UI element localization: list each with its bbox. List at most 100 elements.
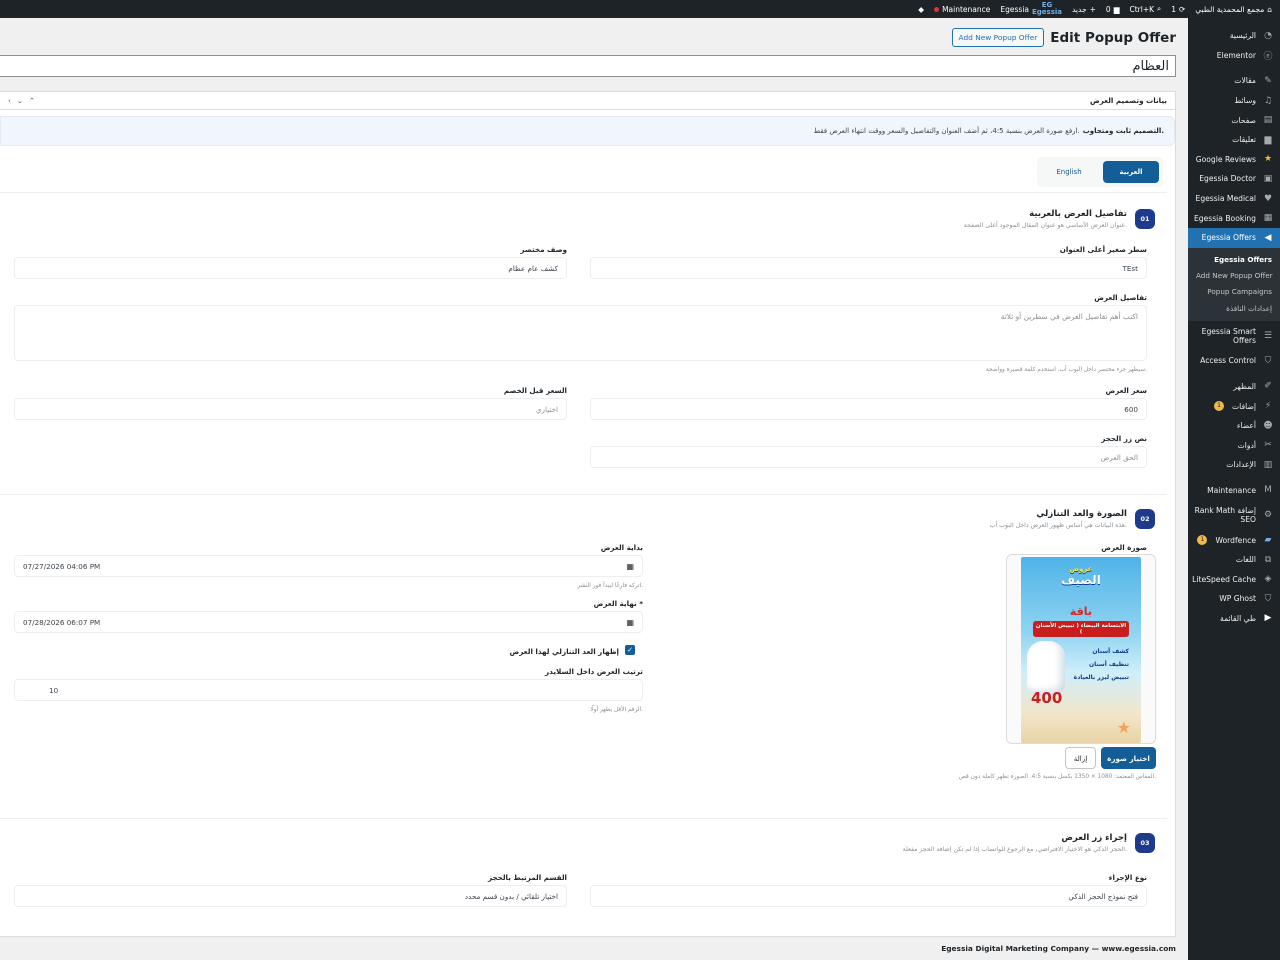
sidebar-item-languages[interactable]: اللغات ⧉ (1188, 550, 1280, 570)
countdown-label: إظهار العد التنازلي لهذا العرض (509, 647, 619, 656)
section-number: 02 (1135, 509, 1155, 529)
calendar-icon[interactable]: ▦ (626, 618, 634, 627)
old-price-field[interactable]: اختياري (14, 398, 567, 420)
new-content-item[interactable]: جديد + (1072, 5, 1096, 14)
start-label: بداية العرض (600, 543, 643, 552)
sidebar-item-egessia-offers[interactable]: Egessia Offers ◀ (1188, 227, 1280, 248)
wp-logo-icon[interactable]: ◆ (918, 5, 924, 14)
section-subtitle: الحجز الذكي هو الاختيار الافتراضي، مع ال… (902, 846, 1127, 853)
section-number: 03 (1135, 833, 1155, 853)
submenu-egessia-offers[interactable]: Egessia Offers (1188, 252, 1280, 268)
search-item[interactable]: Ctrl+K ⌕ (1129, 4, 1161, 14)
section-title: الصورة والعد التنازلي (1036, 509, 1127, 519)
sidebar-collapse[interactable]: طي القائمة ▶ (1188, 609, 1280, 629)
sidebar-item-users[interactable]: أعضاء ☻ (1188, 416, 1280, 436)
section-button-action: إجراء زر العرض الحجز الذكي هو الاختيار ا… (0, 818, 1167, 928)
sidebar-item-posts[interactable]: مقالات ✎ (1188, 71, 1280, 91)
end-datetime-field[interactable]: 07/28/2026 06:07 PM ▦ (14, 611, 643, 633)
chevron-down-icon[interactable]: ⌄ (17, 96, 23, 105)
sidebar-item-elementor[interactable]: Elementor ⓔ (1188, 46, 1280, 66)
sidebar-item-plugins[interactable]: 1 إضافات ⚡ (1188, 396, 1280, 416)
sidebar-item-comments[interactable]: تعليقات ▆ (1188, 130, 1280, 150)
comment-icon: ▆ (1113, 4, 1120, 14)
countdown-checkbox[interactable]: ✓ (625, 645, 635, 655)
section-header: تفاصيل العرض بالعربية عنوان العرض الأساس… (964, 209, 1155, 229)
section-number: 01 (1135, 209, 1155, 229)
egessia-logo-icon: EG Egessia (1032, 1, 1062, 16)
price-field[interactable]: 600 (590, 398, 1147, 420)
metabox-controls: ‹ ⌄ ⌃ (8, 96, 35, 105)
old-price-label: السعر قبل الخصم (503, 386, 567, 395)
sidebar-item-rank-math[interactable]: Rank Math إضافة SEO ⚙ (1188, 500, 1280, 530)
tab-arabic[interactable]: العربية (1103, 161, 1159, 183)
sidebar-item-settings[interactable]: الإعدادات ▥ (1188, 455, 1280, 475)
details-textarea[interactable]: اكتب أهم تفاصيل العرض في سطرين أو ثلاثة (14, 305, 1147, 361)
add-new-popup-offer-button[interactable]: Add New Popup Offer (951, 28, 1045, 47)
sidebar-item-tools[interactable]: أدوات ✂ (1188, 435, 1280, 455)
offer-poster-image: عروض الصيف باقة الابتسامة البيضاء ( تبييض… (1021, 557, 1141, 743)
refresh-icon: ⟳ (1179, 4, 1186, 14)
order-label: ترتيب العرض داخل السلايدر (545, 667, 643, 676)
sidebar-item-dashboard[interactable]: الرئيسية ◔ (1188, 26, 1280, 46)
metabox-title[interactable]: بيانات وتصميم العرض (1090, 96, 1167, 105)
tab-english[interactable]: English (1041, 161, 1097, 183)
collapse-icon: ▶ (1264, 613, 1272, 624)
shield-icon: ⛉ (1264, 355, 1272, 366)
sidebar-item-litespeed[interactable]: LiteSpeed Cache ◈ (1188, 569, 1280, 589)
calendar-icon[interactable]: ▦ (626, 562, 634, 571)
submenu-popup-campaigns[interactable]: Popup Campaigns (1188, 284, 1280, 300)
submenu-add-new-popup-offer[interactable]: Add New Popup Offer (1188, 268, 1280, 284)
move-left-icon[interactable]: ‹ (8, 96, 11, 105)
sidebar-item-smart-offers[interactable]: Egessia Smart Offers ☰ (1188, 321, 1280, 351)
short-desc-field[interactable]: كشف عام عظام (14, 257, 567, 279)
tools-icon: ✂ (1264, 440, 1272, 451)
submenu-popup-settings[interactable]: إعدادات النافذة (1188, 301, 1280, 317)
page-header: Add New Popup Offer Edit Popup Offer (951, 28, 1176, 47)
sidebar-item-access-control[interactable]: Access Control ⛉ (1188, 351, 1280, 371)
sidebar-item-egessia-booking[interactable]: Egessia Booking ▦ (1188, 208, 1280, 228)
sidebar-item-google-reviews[interactable]: Google Reviews ★ (1188, 150, 1280, 170)
action-type-select[interactable]: فتح نموذج الحجز الذكي (590, 885, 1147, 907)
poster-banner: الابتسامة البيضاء ( تبييض الأسنان ) (1033, 621, 1129, 637)
egessia-item[interactable]: Egessia EG Egessia (1000, 2, 1062, 16)
pages-icon: ▤ (1263, 115, 1273, 126)
sidebar-item-maintenance[interactable]: Maintenance M (1188, 481, 1280, 501)
appearance-icon: ✐ (1264, 381, 1272, 392)
sidebar-item-wordfence[interactable]: 1 Wordfence ▰ (1188, 530, 1280, 550)
site-name[interactable]: مجمع المحمدية الطبي ⌂ (1195, 5, 1272, 14)
section-offer-details: تفاصيل العرض بالعربية عنوان العرض الأساس… (0, 192, 1167, 488)
section-header: إجراء زر العرض الحجز الذكي هو الاختيار ا… (903, 833, 1155, 853)
department-select[interactable]: اختيار تلقائي / بدون قسم محدد (14, 885, 567, 907)
button-text-field[interactable]: الحق العرض (590, 446, 1147, 468)
poster-list: كشف أسنان تنظيف أسنان تبييض ليزر بالعياد… (1073, 648, 1129, 681)
wordfence-badge: 1 (1197, 535, 1208, 546)
updates-item[interactable]: 1 ⟳ (1171, 5, 1185, 14)
remove-image-button[interactable]: إزالة (1065, 747, 1096, 769)
section-title: إجراء زر العرض (1061, 833, 1127, 843)
footer-credit: Egessia Digital Marketing Company — www.… (941, 944, 1176, 953)
languages-icon: ⧉ (1264, 554, 1272, 565)
media-icon: ♫ (1263, 95, 1273, 106)
start-datetime-field[interactable]: 07/27/2026 04:06 PM ▦ (14, 555, 643, 577)
end-label: نهاية العرض * (593, 599, 643, 608)
order-field[interactable]: 10 (14, 679, 643, 701)
sidebar-item-wp-ghost[interactable]: WP Ghost ⛉ (1188, 589, 1280, 609)
chevron-up-icon[interactable]: ⌃ (29, 96, 35, 105)
choose-image-button[interactable]: اختيار صورة (1101, 747, 1156, 769)
maintenance-item[interactable]: Maintenance (934, 5, 990, 14)
page-title: Edit Popup Offer (1050, 29, 1176, 46)
sidebar-item-media[interactable]: وسائط ♫ (1188, 91, 1280, 111)
subtitle-field[interactable]: TEst (590, 257, 1147, 279)
post-title-input[interactable]: العظام (0, 55, 1176, 77)
section-subtitle: عنوان العرض الأساسي هو عنوان المقال المو… (963, 222, 1127, 229)
sidebar-item-egessia-medical[interactable]: Egessia Medical ♥ (1188, 189, 1280, 209)
sidebar-item-appearance[interactable]: المظهر ✐ (1188, 377, 1280, 397)
sidebar-item-egessia-doctor[interactable]: Egessia Doctor ▣ (1188, 169, 1280, 189)
short-desc-label: وصف مختصر (520, 245, 567, 254)
image-label: صورة العرض (1101, 543, 1147, 552)
comments-item[interactable]: 0 ▆ (1106, 5, 1120, 14)
sidebar-item-pages[interactable]: صفحات ▤ (1188, 110, 1280, 130)
calendar-icon: ▦ (1263, 213, 1273, 224)
pin-icon: ✎ (1264, 75, 1272, 86)
admin-bar: ◆ Maintenance Egessia EG Egessia جديد + 0 ▆ … (0, 0, 1280, 18)
